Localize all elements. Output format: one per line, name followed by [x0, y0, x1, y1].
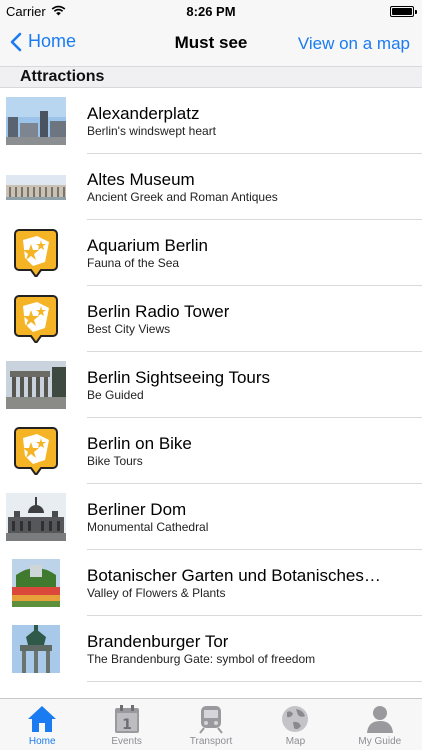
list-item-subtitle: Berlin's windswept heart — [87, 124, 217, 138]
list-item[interactable]: Aquarium Berlin Fauna of the Sea — [0, 220, 422, 286]
status-bar: Carrier 8:26 PM — [0, 0, 422, 22]
tab-my-guide-label: My Guide — [358, 736, 402, 747]
tab-bar: Home 1 Events Transport Map My Guide — [0, 698, 422, 750]
list-item-subtitle: Ancient Greek and Roman Antiques — [87, 190, 278, 204]
list-item[interactable]: Berlin Radio Tower Best City Views — [0, 286, 422, 352]
list-item-title: Berlin Radio Tower — [87, 302, 230, 321]
tab-home[interactable]: Home — [0, 699, 84, 750]
list-item-title: Altes Museum — [87, 170, 195, 189]
list-item-subtitle: The Brandenburg Gate: symbol of freedom — [87, 652, 316, 666]
tab-map-label: Map — [285, 736, 306, 747]
back-button-label: Home — [28, 31, 77, 51]
train-icon — [199, 706, 223, 734]
list-item-title: Berlin on Bike — [87, 434, 192, 453]
tab-events-label: Events — [111, 736, 142, 747]
list-item-title: Brandenburger Tor — [87, 632, 229, 651]
photo-cathedral — [6, 493, 66, 541]
list-item[interactable]: Brandenburger Tor The Brandenburg Gate: … — [0, 616, 422, 682]
chevron-left-icon — [10, 32, 22, 51]
list-item[interactable]: Botanischer Garten und Botanisches… Vall… — [0, 550, 422, 616]
tab-map[interactable]: Map — [253, 699, 337, 750]
tab-transport-label: Transport — [189, 736, 233, 747]
tab-events[interactable]: 1 Events — [84, 699, 168, 750]
list-item-subtitle: Best City Views — [87, 322, 171, 336]
battery-icon — [390, 6, 417, 17]
person-icon — [366, 706, 393, 733]
list-item-partial[interactable] — [0, 682, 422, 698]
photo-museum-facade — [6, 163, 66, 211]
tab-transport[interactable]: Transport — [169, 699, 253, 750]
app-logo-icon — [6, 295, 66, 343]
list-item-subtitle: Be Guided — [87, 388, 144, 402]
photo-partial — [6, 691, 66, 698]
list-item-title: Botanischer Garten und Botanisches… — [87, 566, 381, 585]
list-item-title: Berlin Sightseeing Tours — [87, 368, 271, 387]
app-logo-icon — [6, 229, 66, 277]
navigation-bar: Home Must see View on a map — [0, 22, 422, 66]
section-header: Attractions — [0, 66, 422, 88]
tab-home-label: Home — [28, 736, 56, 747]
view-on-map-button[interactable]: View on a map — [298, 34, 410, 54]
photo-gate-street — [6, 361, 66, 409]
list-item[interactable]: Altes Museum Ancient Greek and Roman Ant… — [0, 154, 422, 220]
list-item[interactable]: Berlin on Bike Bike Tours — [0, 418, 422, 484]
calendar-icon: 1 — [114, 705, 139, 733]
list-item-subtitle: Monumental Cathedral — [87, 520, 209, 534]
svg-text:1: 1 — [122, 717, 132, 733]
section-title: Attractions — [20, 68, 105, 85]
attractions-list[interactable]: Alexanderplatz Berlin's windswept heart … — [0, 88, 422, 698]
list-item-title: Berliner Dom — [87, 500, 187, 519]
app-logo-icon — [6, 427, 66, 475]
photo-garden — [6, 559, 66, 607]
list-item[interactable]: Berliner Dom Monumental Cathedral — [0, 484, 422, 550]
house-icon — [28, 706, 57, 732]
tab-my-guide[interactable]: My Guide — [338, 699, 422, 750]
list-item-title: Alexanderplatz — [87, 104, 200, 123]
status-time: 8:26 PM — [186, 4, 236, 19]
list-item-title: Aquarium Berlin — [87, 236, 208, 255]
back-button[interactable]: Home — [10, 31, 76, 52]
list-item[interactable]: Alexanderplatz Berlin's windswept heart — [0, 88, 422, 154]
list-item-subtitle: Bike Tours — [87, 454, 143, 468]
list-item-subtitle: Fauna of the Sea — [87, 256, 180, 270]
list-item-subtitle: Valley of Flowers & Plants — [87, 586, 226, 600]
globe-icon — [282, 706, 309, 732]
photo-quadriga — [6, 625, 66, 673]
photo-square-plaza — [6, 97, 66, 145]
list-item[interactable]: Berlin Sightseeing Tours Be Guided — [0, 352, 422, 418]
